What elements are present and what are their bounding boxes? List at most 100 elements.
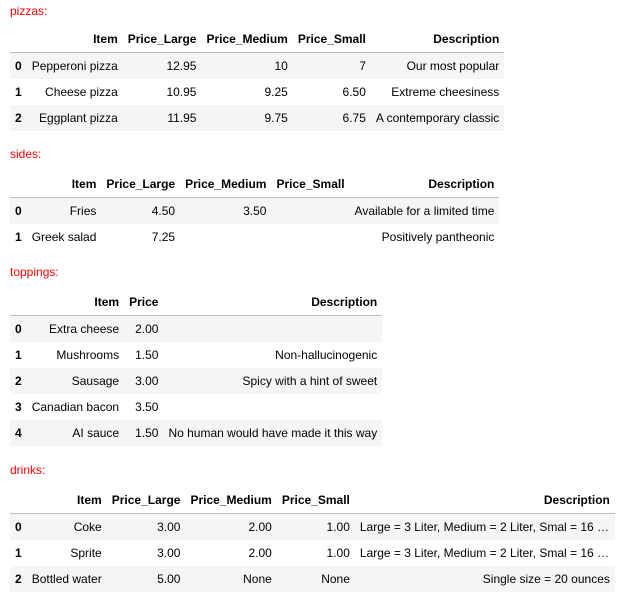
column-header-description: Description	[163, 289, 383, 316]
cell-price-medium: 9.75	[264, 110, 288, 125]
column-header-item: Item	[26, 171, 102, 198]
row-index: 1	[15, 545, 22, 560]
cell-item: Cheese pizza	[45, 84, 118, 99]
cell-price-large: 11.95	[167, 110, 197, 125]
cell-price-small: 1.00	[326, 545, 350, 560]
table-row: 4 AI sauce 1.50 No human would have made…	[10, 419, 383, 446]
cell-item: Fries	[69, 203, 97, 218]
sides-title: sides:	[10, 147, 42, 161]
sides-table: Item Price_Large Price_Medium Price_Smal…	[10, 171, 500, 250]
cell-description	[163, 394, 382, 420]
table-row: 2 Sausage 3.00 Spicy with a hint of swee…	[10, 367, 383, 394]
column-header-item: Item	[26, 26, 123, 53]
row-index: 0	[15, 203, 22, 218]
cell-price-medium: 3.50	[243, 203, 267, 218]
cell-price-large: 5.00	[157, 571, 181, 586]
table-header-row: Item Price_Large Price_Medium Price_Smal…	[10, 26, 505, 53]
row-index: 0	[15, 519, 22, 534]
cell-price-small: 1.00	[326, 519, 350, 534]
row-index: 1	[15, 347, 22, 362]
cell-item: Pepperoni pizza	[31, 58, 118, 73]
drinks-table: Item Price_Large Price_Medium Price_Smal…	[10, 487, 615, 592]
column-header-price-large: Price_Large	[106, 487, 186, 514]
cell-price: 2.00	[135, 321, 159, 336]
cell-description: No human would have made it this way	[168, 425, 378, 440]
cell-description: Available for a limited time	[354, 203, 495, 218]
column-header-index	[10, 171, 27, 198]
cell-description: Positively pantheonic	[381, 229, 495, 244]
column-header-index	[10, 26, 27, 53]
table-row: 2 Eggplant pizza 11.95 9.75 6.75 A conte…	[10, 104, 505, 131]
row-index: 3	[15, 399, 22, 414]
column-header-item: Item	[26, 487, 107, 514]
table-row: 1 Cheese pizza 10.95 9.25 6.50 Extreme c…	[10, 79, 504, 105]
table-header-row: Item Price_Large Price_Medium Price_Smal…	[10, 171, 500, 198]
pizzas-table: Item Price_Large Price_Medium Price_Smal…	[10, 26, 505, 131]
table-row: 0 Pepperoni pizza 12.95 10 7 Our most po…	[10, 52, 505, 79]
column-header-price-medium: Price_Medium	[185, 487, 277, 514]
row-index: 1	[15, 84, 22, 99]
column-header-price-medium: Price_Medium	[201, 26, 293, 53]
cell-description: Spicy with a hint of sweet	[242, 373, 378, 388]
cell-price-large: 3.00	[157, 545, 181, 560]
drinks-title: drinks:	[10, 463, 46, 477]
cell-description: Extreme cheesiness	[391, 84, 500, 99]
cell-price-medium: 2.00	[248, 519, 272, 534]
cell-price-large: 7.25	[151, 229, 176, 244]
cell-description: Non-hallucinogenic	[275, 347, 378, 362]
cell-item: Coke	[73, 519, 102, 534]
cell-description: A contemporary classic	[375, 110, 500, 125]
cell-item: Extra cheese	[49, 321, 120, 336]
cell-price: 3.50	[135, 399, 159, 414]
cell-price-medium	[180, 224, 271, 250]
cell-price-small	[271, 198, 349, 224]
table-row: 1 Mushrooms 1.50 Non-hallucinogenic	[10, 342, 382, 368]
column-header-price-large: Price_Large	[101, 171, 181, 198]
cell-price: 1.50	[135, 425, 159, 440]
cell-item: Canadian bacon	[31, 399, 120, 414]
column-header-description: Description	[370, 26, 505, 53]
table-row: 0 Fries 4.50 3.50 Available for a limite…	[10, 197, 500, 224]
cell-price: 1.50	[135, 347, 159, 362]
table-header-row: Item Price Description	[10, 289, 383, 316]
row-index: 1	[15, 229, 22, 244]
cell-price-large: 4.50	[151, 203, 176, 218]
cell-price-large: 3.00	[157, 519, 181, 534]
row-index: 0	[15, 321, 22, 336]
cell-description: Large = 3 Liter, Medium = 2 Liter, Smal …	[355, 540, 615, 566]
cell-description-text: Large = 3 Liter, Medium = 2 Liter, Smal …	[359, 545, 610, 560]
cell-description-text: Large = 3 Liter, Medium = 2 Liter, Smal …	[359, 519, 610, 534]
cell-item: Eggplant pizza	[39, 110, 118, 125]
cell-price-medium: 2.00	[248, 545, 272, 560]
row-index: 2	[15, 110, 22, 125]
cell-price-small: 7	[359, 58, 366, 73]
cell-item: AI sauce	[72, 425, 120, 440]
column-header-index	[10, 487, 27, 514]
cell-price-medium: None	[243, 571, 272, 586]
cell-description: Large = 3 Liter, Medium = 2 Liter, Smal …	[355, 514, 615, 540]
table-row: 1 Sprite 3.00 2.00 1.00 Large = 3 Liter,…	[10, 540, 615, 566]
cell-price-small: 6.75	[342, 110, 366, 125]
cell-price-medium: 9.25	[264, 84, 288, 99]
pizzas-title: pizzas:	[10, 4, 48, 18]
column-header-price: Price	[124, 289, 164, 316]
cell-description-text: Single size = 20 ounces	[482, 571, 610, 586]
row-index: 0	[15, 58, 22, 73]
cell-price-small: None	[321, 571, 350, 586]
column-header-item: Item	[26, 289, 125, 316]
column-header-index	[10, 289, 27, 316]
cell-price-large: 12.95	[166, 58, 197, 73]
column-header-price-large: Price_Large	[122, 26, 202, 53]
cell-price-small: 6.50	[342, 84, 366, 99]
table-row: 1 Greek salad 7.25 Positively pantheonic	[10, 224, 499, 250]
table-row: 3 Canadian bacon 3.50	[10, 394, 382, 420]
cell-item: Sprite	[70, 545, 102, 560]
cell-item: Mushrooms	[56, 347, 120, 362]
cell-item: Greek salad	[31, 229, 97, 244]
table-row: 2 Bottled water 5.00 None None Single si…	[10, 565, 615, 592]
cell-description: Single size = 20 ounces	[355, 566, 615, 592]
cell-price-small	[271, 224, 349, 250]
toppings-table: Item Price Description 0 Extra cheese 2.…	[10, 289, 383, 446]
cell-price-medium: 10	[274, 58, 288, 73]
column-header-price-small: Price_Small	[276, 487, 355, 514]
